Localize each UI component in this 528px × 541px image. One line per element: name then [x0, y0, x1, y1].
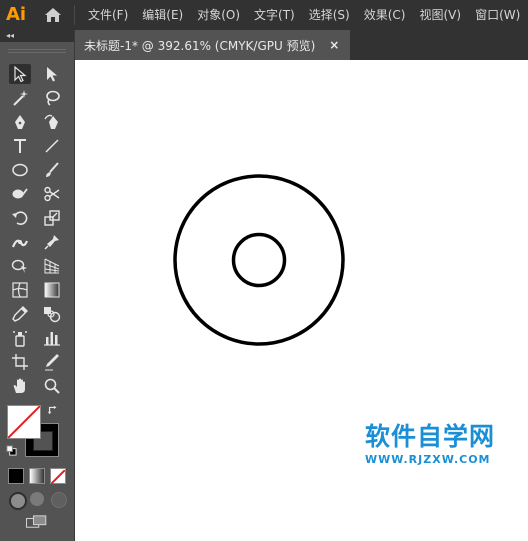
perspective-grid-tool-icon[interactable] — [41, 256, 63, 276]
line-segment-tool-icon[interactable] — [41, 136, 63, 156]
curvature-tool-icon[interactable] — [41, 112, 63, 132]
rotate-tool-icon[interactable] — [9, 208, 31, 228]
default-fill-stroke-icon[interactable] — [5, 444, 17, 456]
inner-circle[interactable] — [231, 232, 287, 288]
artwork — [173, 174, 345, 346]
draw-normal-icon[interactable] — [9, 492, 27, 510]
color-mode-button[interactable] — [8, 468, 24, 484]
artboard-tool-icon[interactable] — [9, 352, 31, 372]
tools-panel-header: ◂◂ — [0, 30, 74, 42]
menu-bar: Ai 文件(F) 编辑(E) 对象(O) 文字(T) 选择(S) 效果(C) 视… — [0, 0, 528, 30]
draw-inside-icon[interactable] — [51, 492, 67, 508]
swap-fill-stroke-icon[interactable] — [46, 403, 60, 417]
draw-behind-icon[interactable] — [30, 492, 44, 506]
menu-item-object[interactable]: 对象(O) — [190, 0, 247, 30]
symbol-sprayer-tool-icon[interactable] — [9, 328, 31, 348]
eyedropper-tool-icon[interactable] — [9, 304, 31, 324]
blend-tool-icon[interactable] — [41, 304, 63, 324]
menu-divider — [74, 5, 75, 25]
lasso-tool-icon[interactable] — [41, 88, 63, 108]
gradient-mode-button[interactable] — [29, 468, 45, 484]
type-tool-icon[interactable] — [9, 136, 31, 156]
menu-item-type[interactable]: 文字(T) — [247, 0, 302, 30]
fill-swatch[interactable] — [7, 405, 41, 439]
outer-circle[interactable] — [173, 174, 345, 346]
tools-panel: ◂◂ — [0, 30, 75, 541]
watermark-url: WWW.RJZXW.COM — [365, 453, 491, 466]
menu-item-effect[interactable]: 效果(C) — [357, 0, 413, 30]
column-graph-tool-icon[interactable] — [41, 328, 63, 348]
none-slash-icon — [8, 406, 40, 438]
document-tab[interactable]: 未标题-1* @ 392.61% (CMYK/GPU 预览) × — [75, 30, 350, 60]
none-mode-button[interactable] — [50, 468, 66, 485]
document-tab-title: 未标题-1* @ 392.61% (CMYK/GPU 预览) — [84, 38, 316, 53]
watermark: 软件自学网 WWW.RJZXW.COM — [365, 422, 515, 466]
menu-item-window[interactable]: 窗口(W) — [468, 0, 527, 30]
gradient-tool-icon[interactable] — [41, 280, 63, 300]
close-icon[interactable]: × — [329, 38, 339, 52]
menu-item-select[interactable]: 选择(S) — [302, 0, 357, 30]
scissors-tool-icon[interactable] — [41, 184, 63, 204]
ellipse-tool-icon[interactable] — [9, 160, 31, 180]
menu-items: 文件(F) 编辑(E) 对象(O) 文字(T) 选择(S) 效果(C) 视图(V… — [81, 0, 527, 30]
artboard-canvas[interactable] — [75, 60, 528, 541]
selection-tool-icon[interactable] — [9, 64, 31, 84]
puppet-warp-tool-icon[interactable] — [41, 232, 63, 252]
document-tab-bar: 未标题-1* @ 392.61% (CMYK/GPU 预览) × — [75, 30, 528, 60]
magic-wand-tool-icon[interactable] — [9, 88, 31, 108]
mesh-tool-icon[interactable] — [9, 280, 31, 300]
shape-builder-tool-icon[interactable] — [9, 256, 31, 276]
panel-grip[interactable] — [8, 49, 66, 53]
scale-tool-icon[interactable] — [41, 208, 63, 228]
direct-selection-tool-icon[interactable] — [41, 64, 63, 84]
app-logo[interactable]: Ai — [6, 0, 30, 30]
home-icon[interactable] — [42, 0, 64, 30]
none-slash-icon — [50, 469, 66, 485]
watermark-title: 软件自学网 — [365, 422, 496, 451]
slice-tool-icon[interactable] — [41, 352, 63, 372]
collapse-panel-icon[interactable]: ◂◂ — [6, 30, 14, 42]
menu-item-edit[interactable]: 编辑(E) — [135, 0, 190, 30]
menu-item-file[interactable]: 文件(F) — [81, 0, 135, 30]
zoom-tool-icon[interactable] — [41, 376, 63, 396]
width-tool-icon[interactable] — [9, 232, 31, 252]
hand-tool-icon[interactable] — [9, 376, 31, 396]
menu-item-view[interactable]: 视图(V) — [412, 0, 468, 30]
pen-tool-icon[interactable] — [9, 112, 31, 132]
screen-mode-icon[interactable] — [24, 514, 50, 530]
shaper-tool-icon[interactable] — [9, 184, 31, 204]
paintbrush-tool-icon[interactable] — [41, 160, 63, 180]
